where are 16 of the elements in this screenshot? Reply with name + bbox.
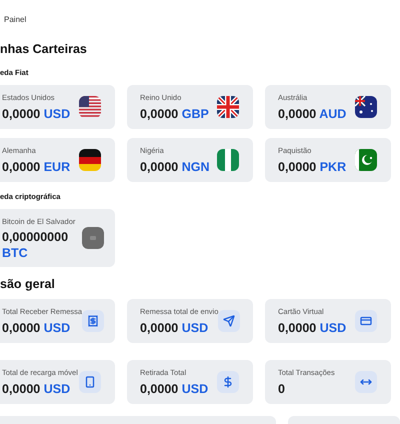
balance-amount: 0,0000 USD <box>2 380 72 397</box>
balance-amount: 0,0000 USD <box>140 320 210 336</box>
balance-amount: 0,0000 GBP <box>140 106 209 122</box>
section-heading: nhas Carteiras <box>0 41 88 58</box>
balance-amount: 0,0000 NGN <box>140 158 210 175</box>
breadcrumb[interactable]: Painel <box>4 15 26 24</box>
balance-amount: 0,0000 USD <box>278 320 346 336</box>
section-heading: são geral <box>0 276 56 294</box>
balance-amount: 0,0000 EUR <box>2 158 70 175</box>
balance-amount: 0,00000000 BTC <box>2 228 70 261</box>
balance-amount: 0,0000 USD <box>140 380 208 397</box>
balance-amount: 0,0000 PKR <box>278 158 346 175</box>
balance-amount: 0,0000 AUD <box>278 106 346 122</box>
balance-amount: 0,0000 USD <box>2 106 70 122</box>
balance-amount: 0 <box>278 380 286 397</box>
balance-amount: 0,0000 USD <box>2 320 72 336</box>
